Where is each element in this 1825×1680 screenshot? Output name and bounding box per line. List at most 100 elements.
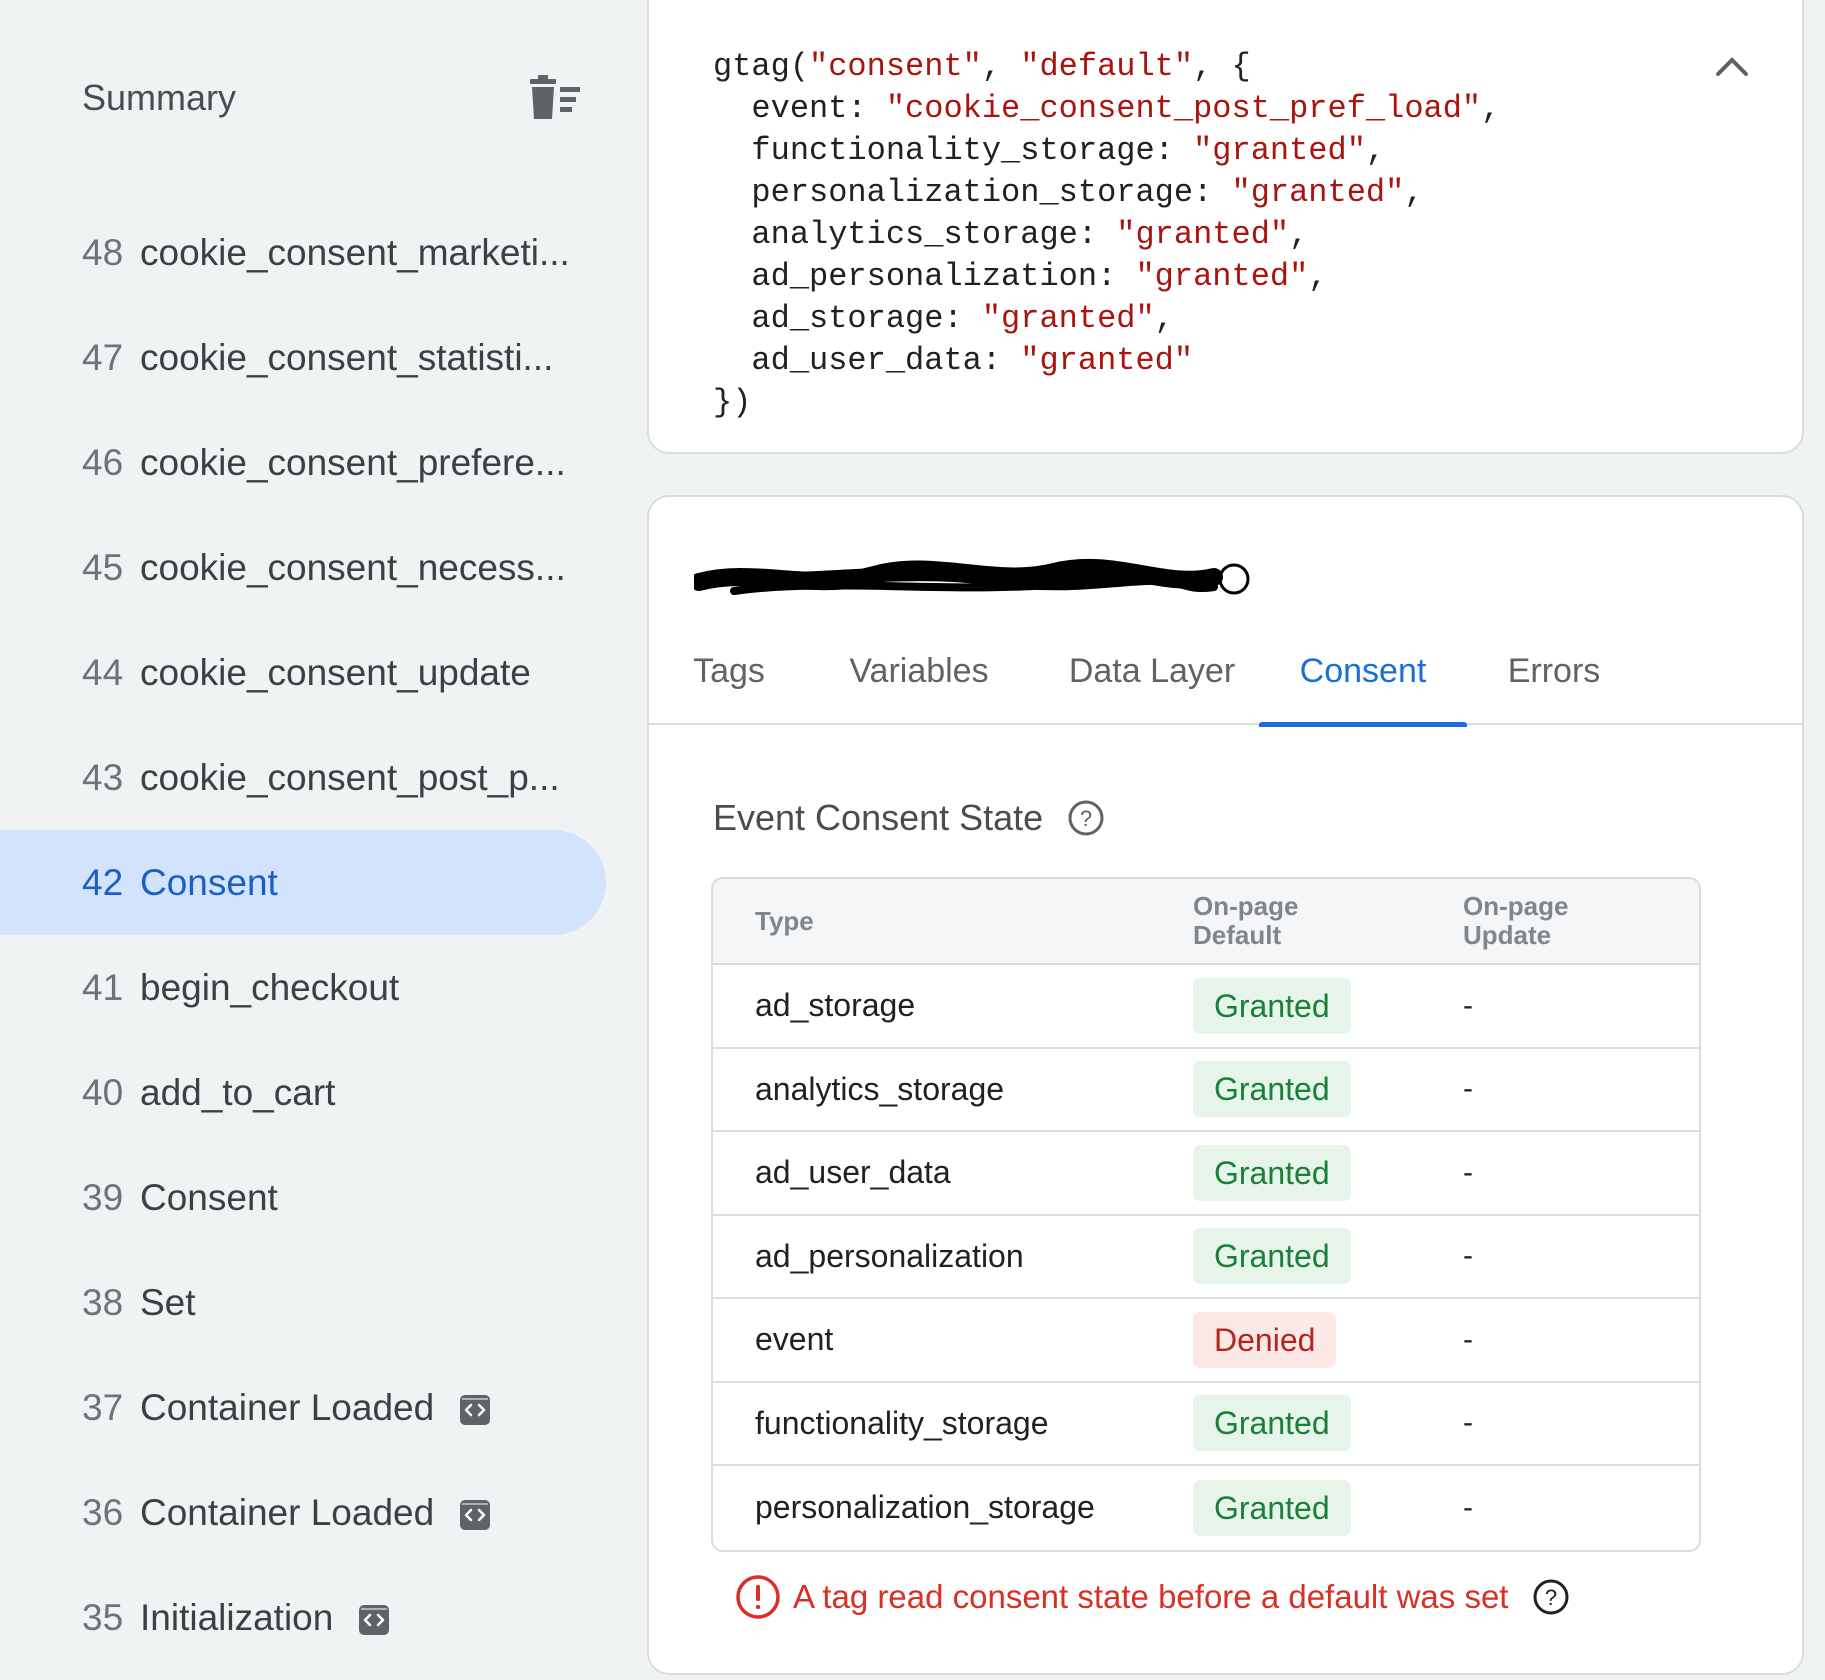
event-item[interactable]: 39 Consent	[0, 1145, 606, 1250]
event-number: 42	[82, 861, 124, 903]
consent-type: functionality_storage	[755, 1404, 1049, 1441]
event-name: cookie_consent_post_p...	[140, 756, 560, 798]
code-string: "granted"	[1116, 216, 1290, 253]
event-number: 41	[82, 966, 124, 1008]
header-type: Type	[755, 905, 814, 936]
default-cell: Granted	[1193, 1144, 1351, 1201]
code-string: "granted"	[981, 300, 1155, 337]
status-badge: Granted	[1193, 1144, 1351, 1201]
detail-tabs: Tags Variables Data Layer Consent Errors	[649, 617, 1802, 727]
clear-list-icon[interactable]	[526, 75, 582, 121]
event-name: cookie_consent_marketi...	[140, 231, 570, 273]
help-icon[interactable]: ?	[1532, 1578, 1570, 1616]
event-item[interactable]: 40 add_to_cart	[0, 1040, 606, 1145]
code-string: "cookie_consent_post_pref_load"	[885, 90, 1482, 127]
default-cell: Granted	[1193, 1395, 1351, 1452]
default-cell: Granted	[1193, 1479, 1351, 1536]
event-number: 37	[82, 1386, 124, 1428]
code-line: gtag("consent", "default", {	[713, 46, 1500, 88]
code-token: ,	[1404, 174, 1424, 211]
event-name: cookie_consent_update	[140, 651, 531, 693]
header-update: On-page Update	[1463, 891, 1569, 950]
code-token: ,	[1481, 90, 1501, 127]
code-token: ad_user_data:	[713, 342, 1021, 379]
update-cell: -	[1463, 1322, 1473, 1356]
help-icon[interactable]: ?	[1067, 799, 1105, 837]
default-cell: Granted	[1193, 1228, 1351, 1285]
code-token: gtag(	[713, 48, 810, 85]
consent-type: ad_storage	[755, 987, 916, 1024]
tab-variables[interactable]: Variables	[829, 617, 1009, 725]
update-cell: -	[1463, 1072, 1473, 1106]
table-row: ad_storage Granted -	[713, 965, 1699, 1049]
table-header: Type On-page Default On-page Update	[713, 879, 1699, 965]
event-name: cookie_consent_necess...	[140, 546, 566, 588]
event-item[interactable]: 35 Initialization	[0, 1565, 606, 1670]
code-token: analytics_storage:	[713, 216, 1117, 253]
event-item[interactable]: 36 Container Loaded	[0, 1460, 606, 1565]
tab-errors[interactable]: Errors	[1489, 617, 1619, 725]
event-name: cookie_consent_statisti...	[140, 336, 554, 378]
code-icon	[359, 1604, 390, 1635]
status-badge: Granted	[1193, 977, 1351, 1034]
code-token: ,	[1289, 216, 1309, 253]
event-sidebar: Summary 48 cookie_consent_marketi... 47 coo…	[0, 0, 640, 1680]
tab-tags[interactable]: Tags	[669, 617, 789, 725]
event-number: 46	[82, 441, 124, 483]
code-string: "consent"	[809, 48, 982, 85]
status-badge: Granted	[1193, 1479, 1351, 1536]
code-line: ad_user_data: "granted"	[713, 340, 1500, 382]
consent-type: ad_user_data	[755, 1154, 951, 1191]
event-number: 44	[82, 651, 124, 693]
consent-type: event	[755, 1321, 834, 1358]
chevron-up-icon[interactable]	[1712, 50, 1752, 80]
event-item[interactable]: 43 cookie_consent_post_p...	[0, 725, 606, 830]
consent-warning: A tag read consent state before a defaul…	[735, 1574, 1570, 1620]
event-item[interactable]: 42 Consent	[0, 830, 606, 935]
consent-type: personalization_storage	[755, 1489, 1095, 1526]
code-token: ,	[1365, 132, 1386, 169]
code-line: functionality_storage: "granted",	[713, 130, 1500, 172]
event-item[interactable]: 41 begin_checkout	[0, 935, 606, 1040]
code-token: ad_personalization:	[713, 258, 1136, 295]
code-token: event:	[713, 90, 886, 127]
event-number: 35	[82, 1596, 124, 1638]
event-name: Consent	[140, 861, 278, 903]
warning-text: A tag read consent state before a defaul…	[793, 1578, 1509, 1615]
event-item[interactable]: 37 Container Loaded	[0, 1355, 606, 1460]
event-item[interactable]: 47 cookie_consent_statisti...	[0, 305, 606, 410]
default-cell: Granted	[1193, 1061, 1351, 1118]
event-name: begin_checkout	[140, 966, 400, 1008]
svg-text:?: ?	[1080, 806, 1092, 831]
default-cell: Granted	[1193, 977, 1351, 1034]
code-line: analytics_storage: "granted",	[713, 214, 1500, 256]
event-number: 47	[82, 336, 124, 378]
code-string: "granted"	[1193, 132, 1366, 169]
status-badge: Denied	[1193, 1311, 1337, 1368]
status-badge: Granted	[1193, 1395, 1351, 1452]
event-item[interactable]: 48 cookie_consent_marketi...	[0, 200, 606, 305]
event-detail-card: Tags Variables Data Layer Consent Errors Eve…	[647, 495, 1804, 1675]
code-token: , {	[1193, 48, 1251, 85]
event-name: Set	[140, 1281, 196, 1323]
code-line: personalization_storage: "granted",	[713, 172, 1500, 214]
event-number: 45	[82, 546, 124, 588]
gtag-consent-code: gtag("consent", "default", { event: "coo…	[713, 46, 1500, 424]
summary-title[interactable]: Summary	[82, 77, 236, 119]
event-item[interactable]: 46 cookie_consent_prefere...	[0, 410, 606, 515]
code-string: "granted"	[1135, 258, 1309, 295]
code-token: personalization_storage:	[713, 174, 1232, 211]
consent-state-table: Type On-page Default On-page Update ad_s…	[711, 877, 1701, 1552]
status-badge: Granted	[1193, 1228, 1351, 1285]
tab-consent[interactable]: Consent	[1259, 617, 1467, 727]
event-item[interactable]: 45 cookie_consent_necess...	[0, 515, 606, 620]
code-string: "default"	[1020, 48, 1194, 85]
consent-command-card: gtag("consent", "default", { event: "coo…	[647, 0, 1804, 454]
tab-data-layer[interactable]: Data Layer	[1047, 617, 1257, 725]
error-icon	[736, 1575, 780, 1619]
event-number: 39	[82, 1176, 124, 1218]
event-item[interactable]: 44 cookie_consent_update	[0, 620, 606, 725]
consent-section-label: Event Consent State	[713, 797, 1044, 838]
event-item[interactable]: 38 Set	[0, 1250, 606, 1355]
redacted-container-id	[694, 558, 1250, 595]
